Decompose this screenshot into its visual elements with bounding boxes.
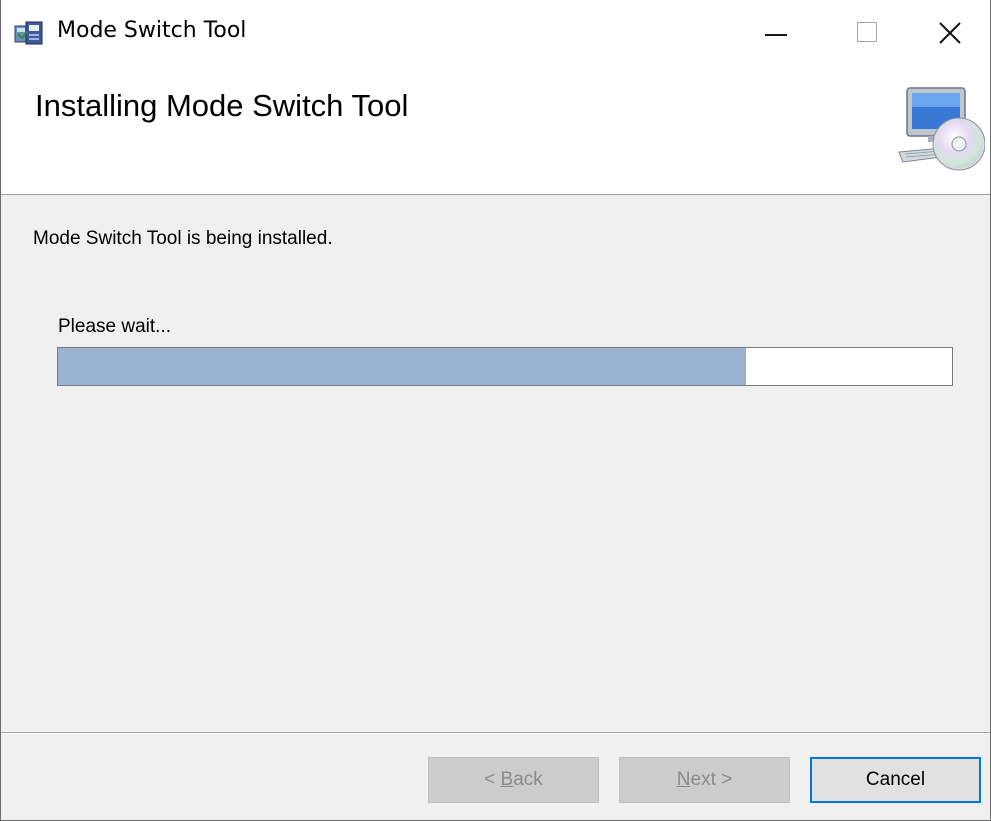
title-bar[interactable]: Mode Switch Tool: [1, 0, 990, 64]
close-button[interactable]: [911, 0, 990, 64]
maximize-button[interactable]: [821, 0, 913, 64]
install-status-text: Mode Switch Tool is being installed.: [33, 228, 333, 249]
minimize-icon: [765, 34, 787, 36]
installer-package-icon: [14, 21, 43, 45]
cancel-button[interactable]: Cancel: [810, 757, 981, 803]
maximize-icon: [857, 22, 877, 42]
back-button[interactable]: < Back: [428, 757, 599, 803]
installer-window: Mode Switch Tool Installing Mode Switch …: [0, 0, 991, 821]
wizard-header: Installing Mode Switch Tool: [1, 64, 990, 195]
close-icon: [939, 22, 961, 44]
progress-label: Please wait...: [58, 316, 171, 337]
window-title: Mode Switch Tool: [57, 18, 247, 43]
computer-cd-icon: [898, 87, 985, 171]
next-button[interactable]: Next >: [619, 757, 790, 803]
minimize-button[interactable]: [729, 0, 821, 64]
progress-fill: [58, 348, 747, 385]
install-progress-bar: [57, 347, 953, 386]
page-title: Installing Mode Switch Tool: [35, 88, 409, 123]
